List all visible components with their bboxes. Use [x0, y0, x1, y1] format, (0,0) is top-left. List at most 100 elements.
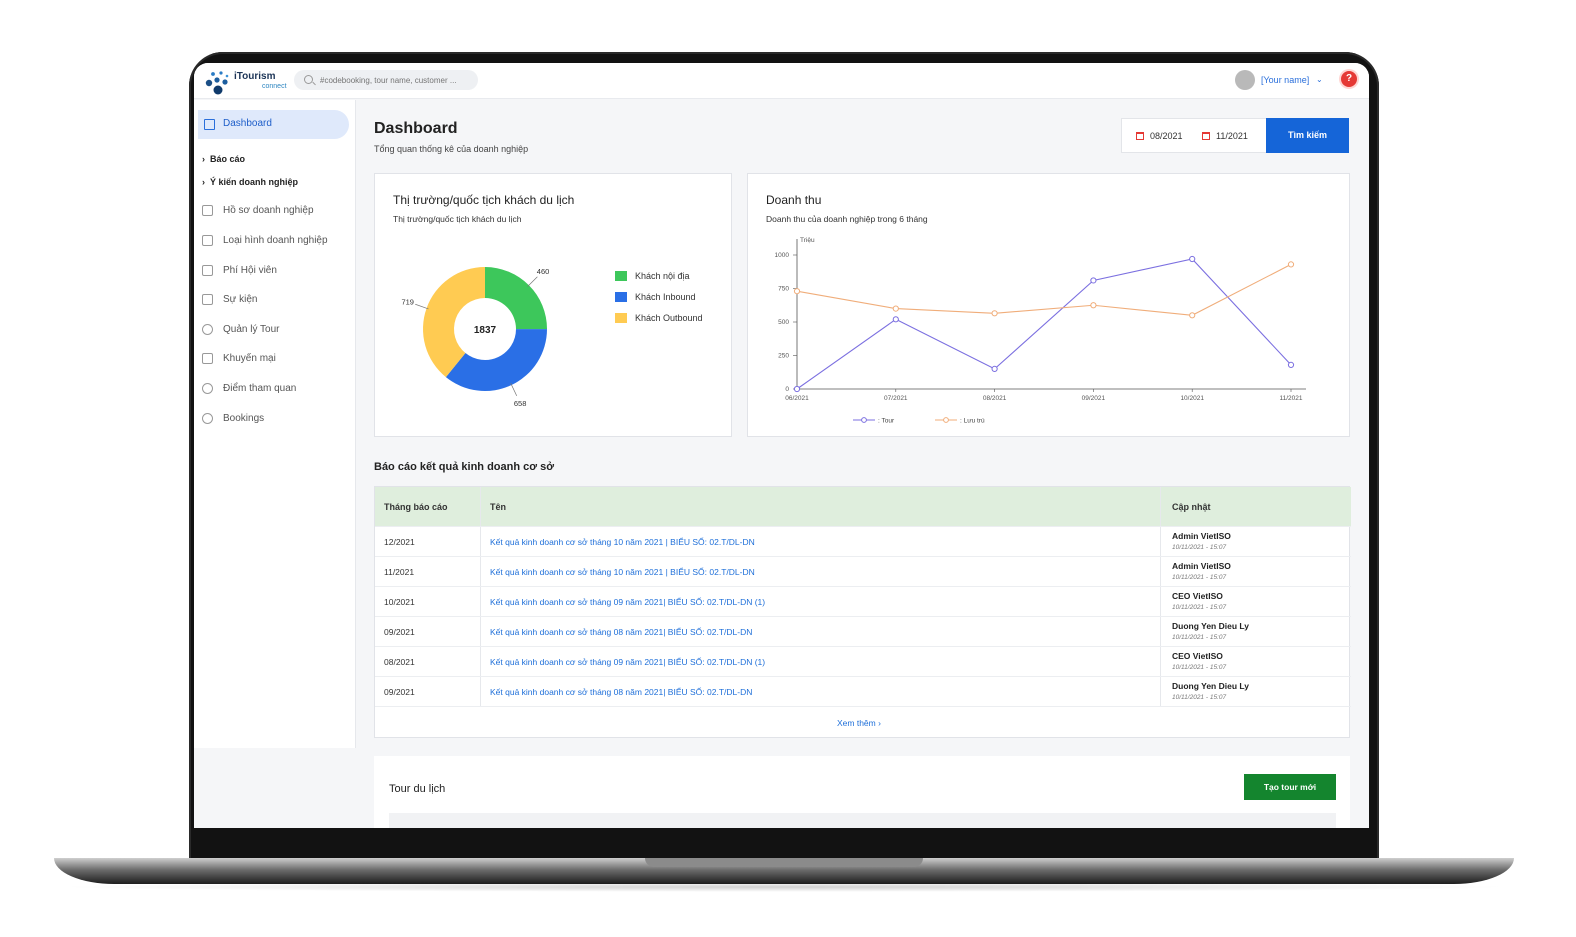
table-header: Tháng báo cáo Tên Cập nhật [375, 487, 1351, 526]
sidebar-item-su-kien[interactable]: Sự kiện [202, 294, 258, 305]
sidebar-item-label: Dashboard [223, 118, 272, 129]
sidebar-item-loai-hinh[interactable]: Loại hình doanh nghiệp [202, 235, 328, 246]
see-more-link[interactable]: Xem thêm › [837, 718, 881, 728]
report-link[interactable]: Kết quả kinh doanh cơ sở tháng 10 năm 20… [490, 537, 755, 547]
report-link[interactable]: Kết quả kinh doanh cơ sở tháng 08 năm 20… [490, 627, 752, 637]
slice-value-label: 658 [514, 399, 527, 408]
data-point [1189, 312, 1196, 319]
report-link[interactable]: Kết quả kinh doanh cơ sở tháng 08 năm 20… [490, 687, 752, 697]
column-header: Cập nhật [1172, 502, 1211, 512]
cell-user: Duong Yen Dieu Ly [1172, 621, 1249, 631]
table-row: 09/2021 Kết quả kinh doanh cơ sở tháng 08… [375, 616, 1351, 646]
top-bar: iTourism connect [Your name] ⌄ ? [194, 63, 1369, 99]
search-input[interactable] [320, 73, 470, 87]
sidebar-item-phi-hoi-vien[interactable]: Phí Hội viên [202, 265, 277, 276]
x-tick-label: 10/2021 [1180, 395, 1204, 402]
legend-marker [861, 417, 867, 423]
booking-icon [202, 413, 213, 424]
legend-label: : Lưu trú [960, 418, 985, 425]
cell-user: CEO VietISO [1172, 651, 1223, 661]
page-title: Dashboard [374, 120, 458, 137]
create-tour-button[interactable]: Tạo tour mới [1244, 774, 1336, 800]
report-link[interactable]: Kết quả kinh doanh cơ sở tháng 10 năm 20… [490, 567, 755, 577]
table-row: 11/2021 Kết quả kinh doanh cơ sở tháng 10… [375, 556, 1351, 586]
laptop-shadow [54, 882, 1514, 892]
avatar[interactable] [1235, 70, 1255, 90]
logo-sub: connect [262, 83, 287, 90]
cell-month: 12/2021 [384, 537, 415, 547]
sidebar-item-khuyen-mai[interactable]: Khuyến mại [202, 353, 276, 364]
report-table: Tháng báo cáo Tên Cập nhật 12/2021 Kết qu… [374, 486, 1351, 738]
report-link[interactable]: Kết quả kinh doanh cơ sở tháng 09 năm 20… [490, 597, 765, 607]
cell-month: 08/2021 [384, 657, 415, 667]
slice-value-label: 719 [401, 298, 414, 307]
legend-label: : Tour [878, 418, 895, 425]
cell-time: 10/11/2021 - 15:07 [1172, 634, 1227, 641]
data-point [793, 288, 801, 295]
data-point [892, 316, 899, 323]
sidebar-item-label: Hồ sơ doanh nghiệp [223, 205, 314, 216]
dashboard-icon [204, 119, 215, 130]
date-to[interactable]: 11/2021 [1202, 131, 1248, 141]
report-link[interactable]: Kết quả kinh doanh cơ sở tháng 09 năm 20… [490, 657, 765, 667]
compass-icon [202, 324, 213, 335]
date-range: 08/2021 11/2021 [1121, 118, 1267, 153]
calendar-icon [1202, 132, 1210, 140]
table-row: 08/2021 Kết quả kinh doanh cơ sở tháng 09… [375, 646, 1351, 676]
legend-swatch [615, 271, 627, 281]
cell-time: 10/11/2021 - 15:07 [1172, 574, 1227, 581]
series-line [796, 263, 1292, 316]
user-name[interactable]: [Your name] [1261, 75, 1309, 85]
data-point [1090, 302, 1097, 309]
slice-leader-line [415, 303, 429, 310]
sidebar-item-quan-ly-tour[interactable]: Quản lý Tour [202, 324, 280, 335]
report-title: Báo cáo kết quả kinh doanh cơ sở [374, 461, 555, 473]
sidebar-item-dashboard[interactable]: Dashboard [198, 110, 349, 139]
data-point [1287, 361, 1295, 368]
date-from[interactable]: 08/2021 [1136, 131, 1183, 141]
data-point [991, 365, 998, 372]
legend-label: Khách nội địa [635, 271, 690, 281]
sidebar-item-label: Loại hình doanh nghiệp [223, 235, 328, 246]
logo-icon [205, 71, 229, 95]
sidebar-item-label: Bookings [223, 413, 265, 424]
legend-marker [943, 417, 949, 423]
slice-leader-line [510, 383, 518, 397]
date-to-value: 11/2021 [1216, 131, 1248, 141]
data-point [793, 385, 801, 393]
sidebar-group-bao-cao[interactable]: › Báo cáo [202, 154, 245, 164]
cell-user: Duong Yen Dieu Ly [1172, 681, 1249, 691]
sidebar-item-diem-tham-quan[interactable]: Điểm tham quan [202, 383, 296, 394]
document-icon [202, 205, 213, 216]
chevron-down-icon[interactable]: ⌄ [1316, 75, 1323, 84]
calendar-icon [1136, 132, 1144, 140]
legend-label: Khách Inbound [635, 292, 696, 302]
cell-time: 10/11/2021 - 15:07 [1172, 664, 1227, 671]
search-button[interactable]: Tìm kiếm [1266, 118, 1349, 153]
pie-slice [485, 267, 547, 330]
sidebar-item-ho-so[interactable]: Hồ sơ doanh nghiệp [202, 205, 314, 216]
logo[interactable]: iTourism connect [204, 68, 287, 96]
sidebar-item-label: Sự kiện [223, 294, 258, 305]
app-screen: iTourism connect [Your name] ⌄ ? Dashboa… [194, 63, 1369, 828]
data-point [1189, 255, 1196, 263]
sidebar-item-bookings[interactable]: Bookings [202, 413, 264, 424]
data-point [892, 305, 899, 312]
y-tick-label: 750 [778, 286, 789, 293]
slice-value-label: 460 [537, 267, 550, 276]
help-icon[interactable]: ? [1341, 71, 1357, 87]
y-tick-label: 0 [785, 386, 789, 393]
table-row: 12/2021 Kết quả kinh doanh cơ sở tháng 10… [375, 526, 1351, 556]
legend-swatch [615, 313, 627, 323]
legend-item: Khách nội địa [615, 271, 690, 281]
sidebar-group-y-kien[interactable]: › Ý kiến doanh nghiệp [202, 177, 298, 187]
sidebar-item-label: Quản lý Tour [223, 324, 280, 335]
x-tick-label: 09/2021 [1082, 395, 1106, 402]
y-tick-label: 250 [778, 353, 789, 360]
sidebar-item-label: Phí Hội viên [223, 265, 277, 276]
chevron-right-icon: › [202, 154, 205, 164]
cell-user: CEO VietISO [1172, 591, 1223, 601]
table-row: 09/2021 Kết quả kinh doanh cơ sở tháng 08… [375, 676, 1351, 706]
cell-month: 10/2021 [384, 597, 415, 607]
search-icon [304, 75, 313, 84]
